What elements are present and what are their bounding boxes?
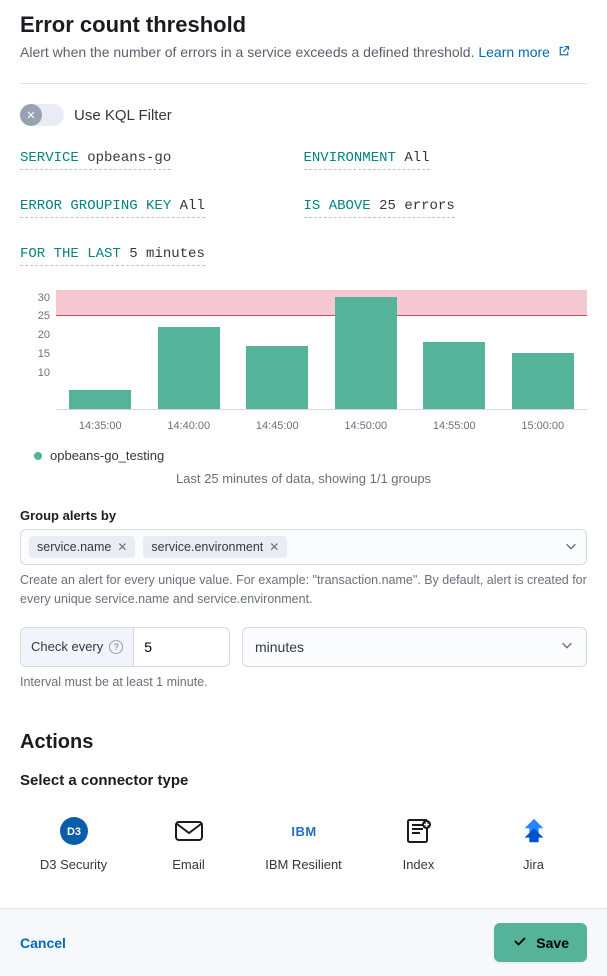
actions-heading: Actions xyxy=(20,731,587,754)
connector-d3-security[interactable]: D3 D3 Security xyxy=(20,813,127,872)
connector-label: Jira xyxy=(480,857,587,872)
y-tick-label: 25 xyxy=(38,310,50,322)
toggle-off-icon: ✕ xyxy=(20,104,42,126)
param-error-grouping-key[interactable]: ERROR GROUPING KEY All xyxy=(20,198,205,218)
chart: 10 15 20 25 30 14:35:0014:40:0014:45:0014:50… xyxy=(20,290,587,486)
legend-dot-icon xyxy=(34,452,42,460)
email-icon xyxy=(135,813,242,849)
check-icon xyxy=(512,933,528,952)
y-tick-label: 10 xyxy=(38,367,50,379)
check-every-input[interactable] xyxy=(134,628,214,666)
d3-security-icon: D3 xyxy=(20,813,127,849)
y-tick-label: 20 xyxy=(38,329,50,341)
chart-bar xyxy=(512,353,574,409)
legend-series-label: opbeans-go_testing xyxy=(50,448,164,463)
page-description: Alert when the number of errors in a ser… xyxy=(20,42,587,63)
x-tick-label: 14:50:00 xyxy=(322,420,411,432)
check-every-help: Interval must be at least 1 minute. xyxy=(20,673,587,692)
chart-bar xyxy=(158,327,220,409)
x-tick-label: 14:55:00 xyxy=(410,420,499,432)
param-environment[interactable]: ENVIRONMENT All xyxy=(304,150,430,170)
chevron-down-icon xyxy=(560,638,574,655)
remove-tag-icon[interactable]: ✕ xyxy=(269,540,279,554)
chart-summary: Last 25 minutes of data, showing 1/1 gro… xyxy=(20,471,587,486)
cancel-button[interactable]: Cancel xyxy=(20,935,66,951)
param-service[interactable]: SERVICE opbeans-go xyxy=(20,150,171,170)
x-tick-label: 14:45:00 xyxy=(233,420,322,432)
divider xyxy=(20,83,587,84)
learn-more-link[interactable]: Learn more xyxy=(478,44,569,60)
connector-label: D3 Security xyxy=(20,857,127,872)
x-tick-label: 14:35:00 xyxy=(56,420,145,432)
save-button[interactable]: Save xyxy=(494,923,587,962)
param-is-above[interactable]: IS ABOVE 25 errors xyxy=(304,198,455,218)
kql-filter-toggle[interactable]: ✕ xyxy=(20,104,64,126)
chart-bar xyxy=(69,390,131,409)
chart-bar xyxy=(335,297,397,409)
x-tick-label: 14:40:00 xyxy=(145,420,234,432)
kql-filter-label: Use KQL Filter xyxy=(74,107,172,124)
check-every-unit-select[interactable]: minutes xyxy=(242,627,587,667)
svg-text:D3: D3 xyxy=(66,826,80,838)
tag-service-environment[interactable]: service.environment ✕ xyxy=(143,536,287,558)
connector-email[interactable]: Email xyxy=(135,813,242,872)
group-alerts-help: Create an alert for every unique value. … xyxy=(20,571,587,609)
index-icon xyxy=(365,813,472,849)
jira-icon xyxy=(480,813,587,849)
connector-type-heading: Select a connector type xyxy=(20,772,587,789)
group-alerts-input[interactable]: service.name ✕ service.environment ✕ xyxy=(20,529,587,565)
info-icon[interactable]: ? xyxy=(109,640,123,654)
connector-label: Email xyxy=(135,857,242,872)
footer-bar: Cancel Save xyxy=(0,908,607,976)
page-title: Error count threshold xyxy=(20,12,587,38)
description-text: Alert when the number of errors in a ser… xyxy=(20,44,474,60)
x-tick-label: 15:00:00 xyxy=(499,420,588,432)
chart-bar xyxy=(246,346,308,409)
chart-bar xyxy=(423,342,485,409)
connector-jira[interactable]: Jira xyxy=(480,813,587,872)
param-for-last[interactable]: FOR THE LAST 5 minutes xyxy=(20,246,205,266)
connector-label: IBM Resilient xyxy=(250,857,357,872)
ibm-resilient-icon: IBM xyxy=(250,813,357,849)
y-tick-label: 30 xyxy=(38,292,50,304)
svg-text:IBM: IBM xyxy=(291,824,316,839)
remove-tag-icon[interactable]: ✕ xyxy=(117,540,127,554)
y-tick-label: 15 xyxy=(38,348,50,360)
check-every-label: Check every ? xyxy=(21,628,134,666)
connector-label: Index xyxy=(365,857,472,872)
connector-index[interactable]: Index xyxy=(365,813,472,872)
chevron-down-icon[interactable] xyxy=(564,539,578,556)
group-alerts-label: Group alerts by xyxy=(20,508,587,523)
tag-service-name[interactable]: service.name ✕ xyxy=(29,536,135,558)
connector-ibm-resilient[interactable]: IBM IBM Resilient xyxy=(250,813,357,872)
external-link-icon xyxy=(558,42,570,63)
